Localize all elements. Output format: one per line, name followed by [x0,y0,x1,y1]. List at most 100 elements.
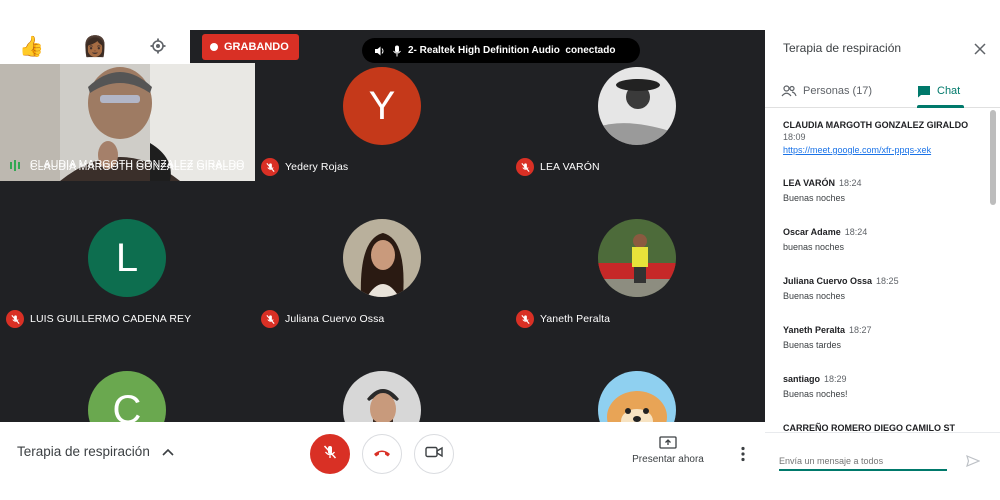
avatar [343,219,421,297]
participant-tile[interactable] [510,334,765,422]
meet-app: CLAUDIA MARGOTH GONZALEZ GIRALDO Y Yeder… [0,0,1000,500]
bottom-control-bar: Terapia de respiración Presentar ahora [0,422,765,484]
tab-people-label: Personas (17) [803,85,873,97]
mic-off-icon [516,310,534,328]
message-sender: Oscar Adame [783,227,841,237]
record-dot-icon [210,43,218,51]
participant-name: Yaneth Peralta [540,313,611,325]
message-time: 18:09 [783,132,806,142]
recording-badge: GRABANDO [202,34,299,60]
participant-name-row: Juliana Cuervo Ossa [261,304,384,334]
participant-name-row: LEA VARÓN [516,152,600,182]
participant-tile[interactable]: Yaneth Peralta [510,182,765,334]
video-camera-icon [425,445,443,463]
thumbs-up-icon[interactable]: 👍 [0,28,63,64]
chat-message: santiago 18:29 Buenas noches! [783,374,983,399]
participant-name: LUIS GUILLERMO CADENA REY [30,313,192,325]
message-time: 18:25 [876,276,899,286]
meeting-title: Terapia de respiración [17,444,150,459]
mic-off-icon [261,310,279,328]
message-text: buenas noches [783,242,845,252]
chat-message-list[interactable]: CLAUDIA MARGOTH GONZALEZ GIRALDO 18:09 h… [765,110,991,432]
top-controls: 👍 👩🏾 [0,28,190,64]
more-options-icon[interactable] [734,442,752,466]
chat-bubble-icon [917,85,931,98]
chat-message: Yaneth Peralta 18:27 Buenas tardes [783,325,983,350]
mic-off-icon [516,158,534,176]
message-sender: santiago [783,374,821,384]
send-icon[interactable] [965,453,981,469]
participant-name: LEA VARÓN [540,161,600,173]
speaking-indicator-icon [6,158,24,176]
chat-message: LEA VARÓN 18:24 Buenas noches [783,178,983,203]
user-avatar-icon[interactable]: 👩🏾 [63,28,126,64]
avatar [598,371,676,422]
message-sender: Yaneth Peralta [783,325,846,335]
message-sender: CARREÑO ROMERO DIEGO CAMILO ST [783,423,956,432]
message-time: 18:24 [844,227,868,237]
mic-off-icon [322,444,338,465]
message-time: 18:24 [839,178,862,188]
participant-tile[interactable]: C [0,334,255,422]
gear-icon[interactable] [127,28,190,64]
message-text: Buenas noches [783,291,846,301]
meeting-details-toggle[interactable]: Terapia de respiración [17,444,174,459]
participant-name-row: Yedery Rojas [261,152,348,182]
message-sender: Juliana Cuervo Ossa [783,276,873,286]
message-link[interactable]: https://meet.google.com/xfr-ppqs-xek [783,145,983,155]
audio-status-bar: 2- Realtek High Definition Audio conecta… [362,38,640,63]
side-panel: Terapia de respiración Personas (17) Cha… [765,30,1000,484]
participant-tile[interactable] [255,334,510,422]
tab-people[interactable]: Personas (17) [781,74,872,108]
avatar [343,371,421,422]
avatar: Y [343,67,421,145]
avatar: L [88,219,166,297]
participant-name-row: CLAUDIA MARGOTH GONZALEZ GIRALDO [6,152,244,182]
participant-name: Juliana Cuervo Ossa [285,313,385,325]
chat-input-area [765,432,1000,484]
message-text: Buenas noches [783,193,846,203]
leave-call-button[interactable] [362,434,402,474]
message-sender: LEA VARÓN [783,178,836,188]
participant-name: CLAUDIA MARGOTH GONZALEZ GIRALDO [30,161,245,173]
participant-tile[interactable]: Juliana Cuervo Ossa [255,182,510,334]
present-now-button[interactable]: Presentar ahora [628,436,708,465]
panel-title: Terapia de respiración [783,41,902,55]
chevron-up-icon [162,448,174,456]
mic-off-icon [6,310,24,328]
message-text: Buenas tardes [783,340,842,350]
message-sender: CLAUDIA MARGOTH GONZALEZ GIRALDO [783,120,969,130]
mic-toggle-button[interactable] [310,434,350,474]
chat-message: Juliana Cuervo Ossa 18:25 Buenas noches [783,276,983,301]
chat-message: CLAUDIA MARGOTH GONZALEZ GIRALDO 18:09 h… [783,120,983,155]
speaker-icon [374,45,386,57]
camera-toggle-button[interactable] [414,434,454,474]
audio-status-text: 2- Realtek High Definition Audio conecta… [408,45,616,56]
chat-message-input[interactable] [779,453,947,471]
chat-message: CARREÑO ROMERO DIEGO CAMILO ST [783,423,983,432]
avatar [598,219,676,297]
present-screen-icon [628,436,708,450]
tab-chat-label: Chat [937,85,961,97]
hang-up-icon [373,445,391,463]
close-icon[interactable] [971,40,989,58]
chat-message: Oscar Adame 18:24 buenas noches [783,227,983,252]
avatar: C [88,371,166,422]
avatar [598,67,676,145]
participant-name: Yedery Rojas [285,161,349,173]
mic-icon [392,45,402,57]
panel-tabs: Personas (17) Chat [765,74,1000,108]
message-time: 18:27 [849,325,872,335]
participant-tile[interactable]: L LUIS GUILLERMO CADENA REY [0,182,255,334]
active-tab-indicator [917,105,965,108]
participant-name-row: LUIS GUILLERMO CADENA REY [6,304,191,334]
message-time: 18:29 [824,374,847,384]
tab-chat[interactable]: Chat [917,74,965,108]
participant-name-row: Yaneth Peralta [516,304,610,334]
message-text: Buenas noches! [783,389,848,399]
people-icon [781,85,797,97]
recording-label: GRABANDO [224,41,289,53]
mic-off-icon [261,158,279,176]
chat-scrollbar[interactable] [990,110,996,205]
present-label: Presentar ahora [632,454,704,465]
